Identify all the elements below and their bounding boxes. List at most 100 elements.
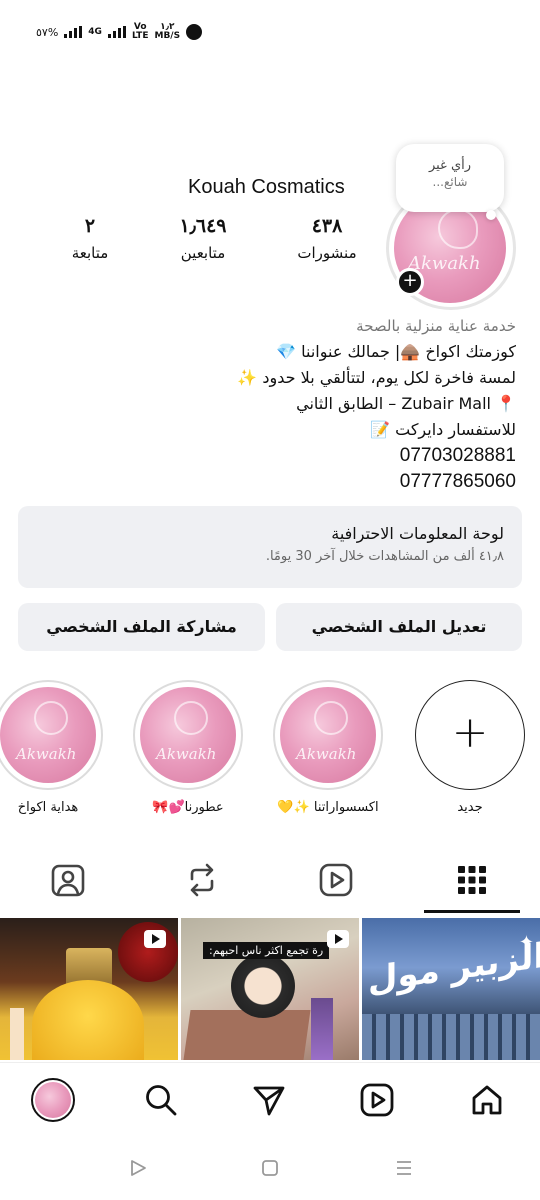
tab-tagged[interactable] [38, 852, 98, 908]
grid-post-mall[interactable]: الزبير مول ✦ [362, 918, 540, 1060]
bio-line-3: 📍 Zubair Mall – الطابق الثاني [296, 394, 516, 413]
following-label: متابعة [71, 244, 109, 262]
bio-phone-1[interactable]: 07703028881 [56, 443, 516, 469]
followers-label: متابعين [180, 244, 226, 262]
highlight-new-ring: + [415, 680, 525, 790]
following-count: ٢ [84, 216, 96, 237]
sys-recents[interactable] [390, 1156, 418, 1180]
posts-count: ٤٣٨ [311, 216, 343, 237]
grid-post-perfume[interactable] [0, 918, 178, 1060]
home-icon [472, 1085, 502, 1115]
stat-posts[interactable]: ٤٣٨ منشورات [292, 215, 362, 262]
followers-count: ١٫٦٤٩ [179, 216, 227, 237]
plus-icon: + [451, 707, 489, 758]
reel-badge-icon [144, 930, 166, 948]
posts-grid: رة تجمع اكثر ناس احبهم: الزبير مول ✦ [0, 918, 540, 1060]
highlight-label: اكسسواراتنا ✨💛 [277, 800, 379, 815]
mall-building-image [362, 1014, 540, 1060]
share-profile-button[interactable]: مشاركة الملف الشخصي [18, 603, 265, 651]
dashboard-title: لوحة المعلومات الاحترافية [331, 524, 504, 543]
signal-icon [64, 26, 83, 38]
avatar-image [35, 1082, 71, 1118]
content-tabs [0, 852, 540, 914]
highlight-accessories[interactable]: Akwakh اكسسواراتنا ✨💛 [272, 680, 384, 815]
reels-icon [360, 1083, 394, 1117]
menu-lines-icon [397, 1161, 411, 1175]
highlight-logo-text: Akwakh [156, 745, 217, 763]
status-bar: ٥٧% 4G Vo LTE ١٫٢ MB/S [36, 18, 203, 46]
volte-icon: Vo LTE [131, 22, 149, 41]
highlight-logo-text: Akwakh [16, 745, 77, 763]
system-nav [0, 1136, 540, 1200]
highlight-new[interactable]: + جديد [414, 680, 526, 815]
repost-icon [190, 863, 214, 897]
highlight-label: هداية اكواخ [17, 800, 79, 815]
profile-username[interactable]: Kouah Cosmatics [188, 176, 345, 199]
professional-dashboard[interactable]: لوحة المعلومات الاحترافية ٤١٫٨ ألف من ال… [18, 506, 522, 588]
highlight-label: عطورنا💕🎀 [152, 800, 224, 815]
grid-post-makeup[interactable]: رة تجمع اكثر ناس احبهم: [181, 918, 359, 1060]
bio-line-2: لمسة فاخرة لكل يوم، لتتألقي بلا حدود ✨ [237, 368, 516, 387]
sys-home[interactable] [256, 1156, 284, 1180]
edit-profile-button[interactable]: تعديل الملف الشخصي [276, 603, 522, 651]
speed-unit: MB/S [154, 31, 181, 41]
mall-sign-text: الزبير مول [368, 935, 540, 1001]
add-story-plus-icon[interactable]: + [396, 268, 424, 296]
search-icon [146, 1085, 177, 1116]
note-bubble[interactable]: رأي غير شائع... [396, 144, 504, 212]
nav-home[interactable] [462, 1077, 512, 1123]
reels-icon [319, 863, 353, 897]
post-caption: رة تجمع اكثر ناس احبهم: [203, 942, 330, 959]
battery-level: ٥٧% [36, 25, 59, 39]
bio-category[interactable]: خدمة عناية منزلية بالصحة [56, 313, 516, 339]
bio-phone-2[interactable]: 07777865060 [56, 469, 516, 495]
logo-face-icon [174, 701, 208, 735]
highlight-cover: Akwakh [0, 687, 96, 783]
logo-face-icon [34, 701, 68, 735]
palette-image [183, 1010, 311, 1060]
network-label: 4G [88, 26, 102, 37]
posts-label: منشورات [297, 244, 357, 262]
pin-icon: ✦ [518, 932, 534, 953]
send-icon [253, 1086, 285, 1116]
tab-grid[interactable] [442, 852, 502, 908]
network-speed: ١٫٢ MB/S [154, 23, 180, 41]
profile-bio: خدمة عناية منزلية بالصحة كوزمتك اكواخ 🛖|… [56, 313, 516, 495]
highlight-cover: Akwakh [280, 687, 376, 783]
bio-line-4: للاستفسار دايركت 📝 [370, 420, 516, 439]
nav-send[interactable] [244, 1077, 294, 1123]
note-bubble-tail [486, 210, 496, 220]
highlight-ring: Akwakh [273, 680, 383, 790]
stat-following[interactable]: ٢ متابعة [64, 215, 116, 262]
bio-line-1: كوزمتك اكواخ 🛖| جمالك عنواننا 💎 [276, 342, 516, 361]
logo-face-icon [438, 209, 478, 249]
bottom-nav [0, 1062, 540, 1136]
cosmetic-tube-image [311, 998, 333, 1060]
tagged-person-icon [51, 864, 85, 897]
highlight-gifts[interactable]: Akwakh هداية اكواخ [0, 680, 104, 815]
reel-badge-icon [327, 930, 349, 948]
stat-followers[interactable]: ١٫٦٤٩ متابعين [172, 215, 234, 262]
highlight-ring: Akwakh [133, 680, 243, 790]
highlight-ring: Akwakh [0, 680, 103, 790]
note-line-1: رأي غير [428, 158, 472, 173]
sys-back[interactable] [124, 1156, 152, 1180]
home-square-icon [262, 1160, 278, 1176]
back-triangle-icon [131, 1160, 146, 1176]
dashboard-subtitle: ٤١٫٨ ألف من المشاهدات خلال آخر 30 يومًا. [265, 549, 504, 564]
nav-profile[interactable] [28, 1077, 78, 1123]
highlight-cover: Akwakh [140, 687, 236, 783]
tab-reels[interactable] [306, 852, 366, 908]
nav-search[interactable] [136, 1077, 186, 1123]
highlight-label: جديد [457, 800, 483, 815]
perfume-bottle-image [32, 980, 144, 1060]
grid-icon [458, 866, 486, 894]
signal-4g-icon [107, 26, 126, 38]
profile-avatar-small [31, 1078, 75, 1122]
active-tab-indicator [424, 910, 520, 913]
nav-reels[interactable] [352, 1077, 402, 1123]
candle-image [10, 1008, 24, 1060]
tab-reposts[interactable] [172, 852, 232, 908]
compact-powder-image [231, 954, 295, 1018]
highlight-perfumes[interactable]: Akwakh عطورنا💕🎀 [132, 680, 244, 815]
